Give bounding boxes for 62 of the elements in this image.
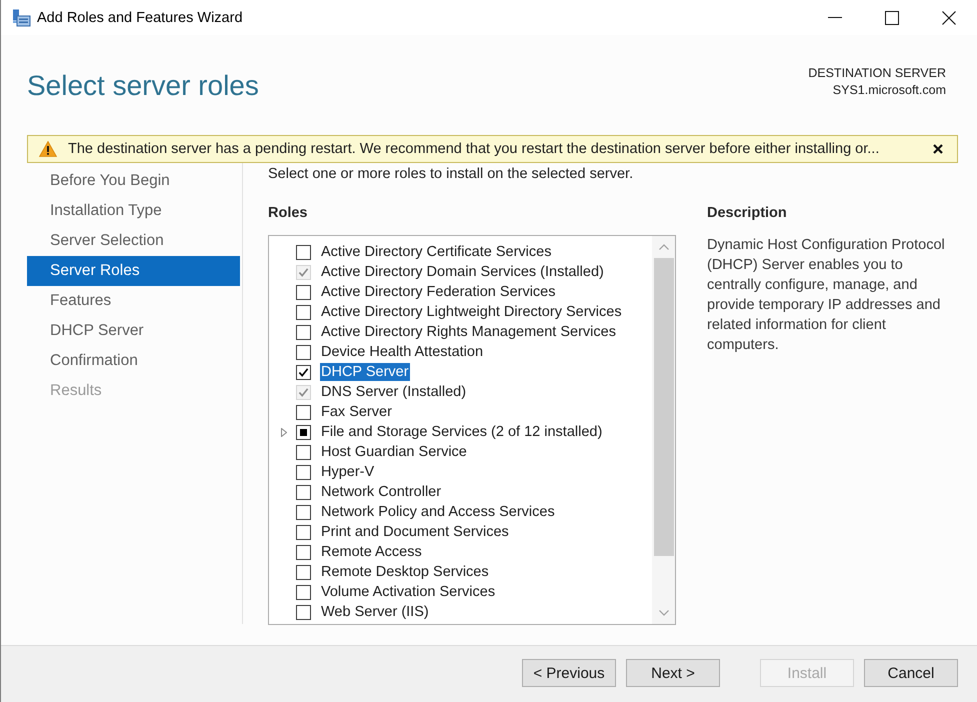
- role-item[interactable]: Network Controller: [320, 483, 442, 501]
- checkbox[interactable]: [296, 284, 311, 300]
- close-icon[interactable]: [942, 10, 956, 24]
- sidebar-item[interactable]: Features: [27, 286, 240, 316]
- sidebar-item[interactable]: DHCP Server: [27, 316, 240, 346]
- destination-label: DESTINATION SERVER: [808, 65, 946, 82]
- role-item[interactable]: Web Server (IIS): [320, 603, 430, 621]
- role-item[interactable]: Active Directory Federation Services: [320, 283, 556, 301]
- role-item[interactable]: Device Health Attestation: [320, 343, 484, 361]
- instruction-text: Select one or more roles to install on the selected server.: [268, 165, 634, 184]
- minimize-icon[interactable]: [828, 17, 842, 18]
- checkbox[interactable]: [296, 404, 311, 420]
- scrollbar-thumb[interactable]: [654, 258, 674, 556]
- checkbox[interactable]: [296, 504, 311, 520]
- checkbox[interactable]: [296, 444, 311, 460]
- role-item[interactable]: Active Directory Lightweight Directory Services: [320, 303, 623, 321]
- checkbox[interactable]: [296, 464, 311, 480]
- sidebar-item[interactable]: Confirmation: [27, 346, 240, 376]
- warning-icon: [39, 141, 57, 157]
- window-title: Add Roles and Features Wizard: [37, 10, 244, 26]
- server-icon: [12, 8, 31, 26]
- page-title: Select server roles: [27, 69, 259, 103]
- checkbox[interactable]: [296, 524, 311, 540]
- next-button[interactable]: Next >: [626, 659, 720, 687]
- checkbox[interactable]: [296, 544, 311, 560]
- caret-icon[interactable]: [281, 428, 287, 436]
- checkbox[interactable]: [296, 364, 311, 380]
- role-item[interactable]: Print and Document Services: [320, 523, 510, 541]
- role-item[interactable]: DHCP Server: [320, 363, 410, 381]
- checkbox[interactable]: [296, 564, 311, 580]
- warning-message: The destination server has a pending restart. We recommend that you restart the destination server before either installing or...: [68, 141, 880, 157]
- role-item[interactable]: Active Directory Rights Management Services: [320, 323, 617, 341]
- role-item[interactable]: Network Policy and Access Services: [320, 503, 556, 521]
- role-item[interactable]: Hyper-V: [320, 463, 376, 481]
- sidebar-item[interactable]: Installation Type: [27, 196, 240, 226]
- close-icon[interactable]: [933, 144, 943, 154]
- destination-server: SYS1.microsoft.com: [832, 82, 946, 99]
- checkbox[interactable]: [296, 324, 311, 340]
- sidebar-item[interactable]: Server Selection: [27, 226, 240, 256]
- sidebar-item[interactable]: Server Roles: [27, 256, 240, 286]
- checkbox[interactable]: [296, 304, 311, 320]
- role-item[interactable]: File and Storage Services (2 of 12 installed): [320, 423, 604, 441]
- role-item[interactable]: Volume Activation Services: [320, 583, 496, 601]
- checkbox[interactable]: [296, 604, 311, 620]
- role-item[interactable]: Remote Desktop Services: [320, 563, 490, 581]
- cancel-button[interactable]: Cancel: [864, 659, 958, 687]
- checkbox[interactable]: [296, 584, 311, 600]
- checkbox[interactable]: [296, 344, 311, 360]
- role-item[interactable]: Fax Server: [320, 403, 393, 421]
- role-item[interactable]: Host Guardian Service: [320, 443, 468, 461]
- checkbox[interactable]: [296, 484, 311, 500]
- scrollbar[interactable]: [652, 236, 675, 624]
- role-item[interactable]: Active Directory Certificate Services: [320, 243, 552, 261]
- maximize-icon[interactable]: [884, 10, 898, 24]
- role-item[interactable]: Remote Access: [320, 543, 423, 561]
- checkbox[interactable]: [296, 244, 311, 260]
- description-heading: Description: [707, 204, 788, 223]
- sidebar-item[interactable]: Before You Begin: [27, 166, 240, 196]
- description-text: Dynamic Host Configuration Protocol (DHCP) Server enables you to centrally configure, manage, and provide temporary IP addresses and related information for client computers.: [707, 236, 946, 355]
- previous-button[interactable]: < Previous: [522, 659, 616, 687]
- checkbox[interactable]: [296, 424, 311, 440]
- roles-heading: Roles: [268, 204, 308, 223]
